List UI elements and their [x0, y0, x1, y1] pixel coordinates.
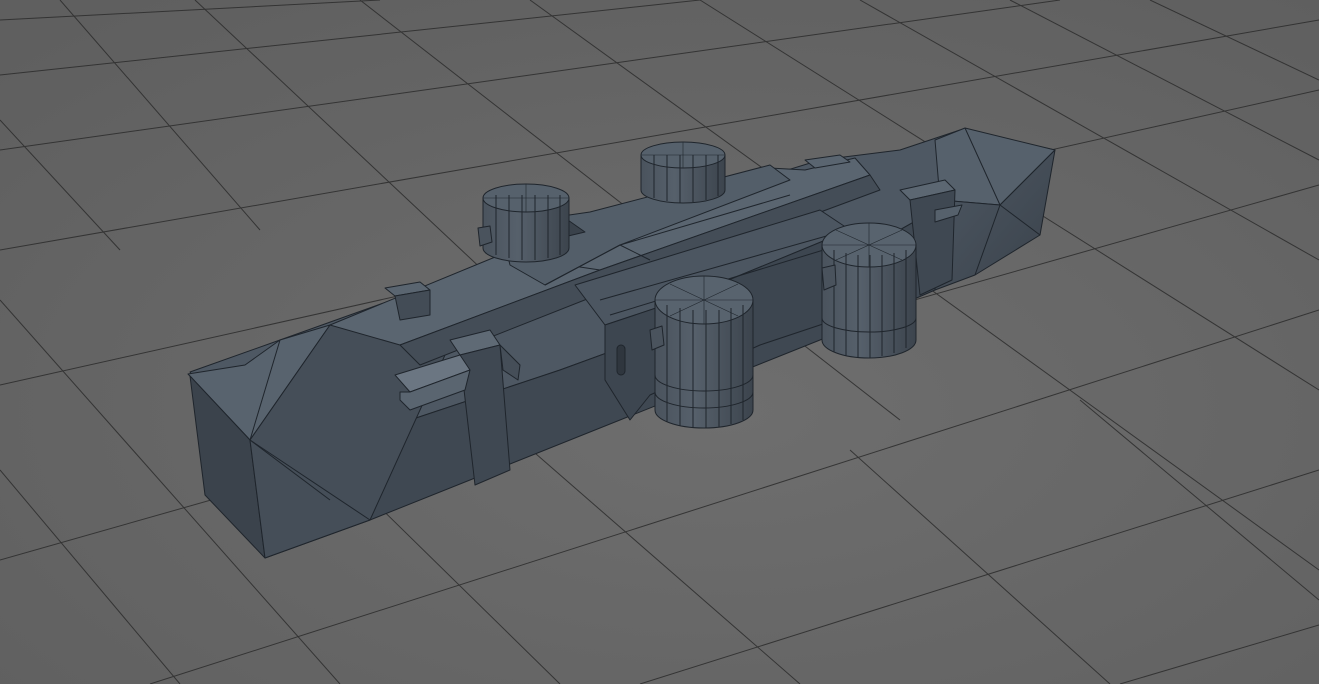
thruster-cylinder-front-right: [821, 222, 917, 359]
thruster-cylinder-back-right: [640, 141, 726, 204]
side-slot: [616, 344, 626, 376]
thruster-cylinder-front-left: [654, 275, 754, 429]
cylinder-mount-left: [649, 325, 665, 351]
cylinder-mount-back: [477, 225, 493, 247]
thruster-cylinder-back-left: [482, 183, 570, 263]
cylinder-mount-right: [821, 264, 837, 291]
3d-viewport[interactable]: [0, 0, 1319, 684]
